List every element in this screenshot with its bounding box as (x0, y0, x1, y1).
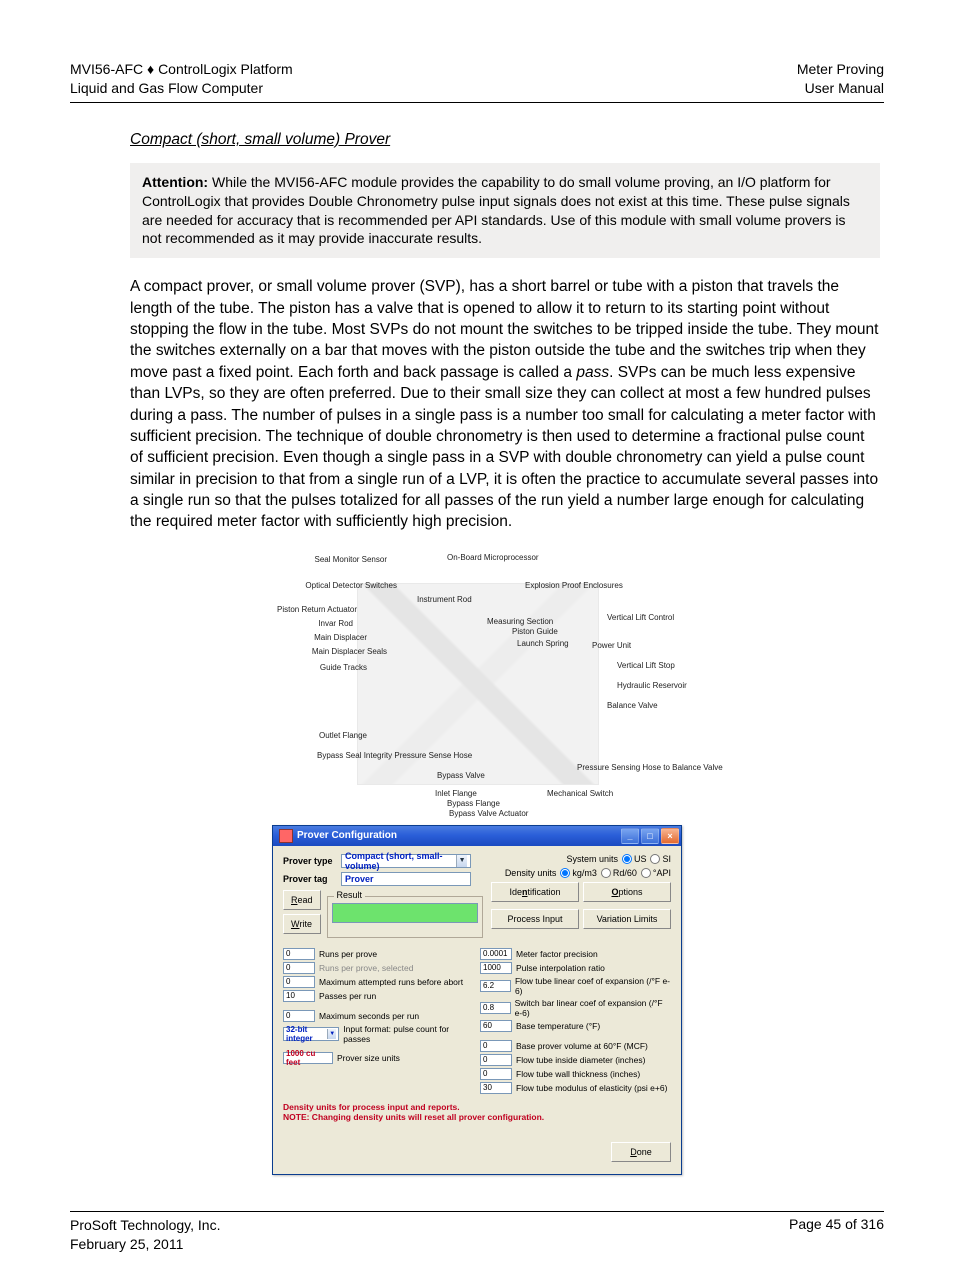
prover-type-label: Prover type (283, 856, 341, 866)
diagram-label: Measuring Section (487, 617, 553, 626)
body-paragraph: A compact prover, or small volume prover… (130, 276, 880, 533)
diagram-label: On-Board Microprocessor (447, 553, 539, 562)
diagram-label: Hydraulic Reservoir (617, 681, 687, 690)
diagram-label: Bypass Valve Actuator (449, 809, 528, 818)
density-kgm3[interactable]: kg/m3 (560, 868, 597, 878)
diagram-label: Invar Rod (277, 619, 353, 628)
process-input-tab[interactable]: Process Input (491, 909, 579, 929)
diagram-label: Piston Return Actuator (277, 605, 353, 614)
prover-diagram: Seal Monitor Sensor On-Board Microproces… (277, 553, 677, 813)
page-footer: ProSoft Technology, Inc. February 25, 20… (70, 1211, 884, 1254)
base-temperature-input[interactable]: 60 (480, 1020, 512, 1032)
footer-date: February 25, 2011 (70, 1236, 183, 1252)
system-units-label: System units (566, 854, 618, 864)
hdr-doc-type: User Manual (805, 80, 884, 96)
pulse-count-format-combo[interactable]: 32-bit integer▼ (283, 1027, 339, 1041)
section-title: Compact (short, small volume) Prover (130, 131, 884, 149)
attention-text: While the MVI56-AFC module provides the … (142, 174, 850, 247)
diagram-label: Instrument Rod (417, 595, 472, 604)
diagram-label: Outlet Flange (277, 731, 367, 740)
diagram-label: Power Unit (592, 641, 631, 650)
hdr-product: MVI56-AFC (70, 61, 143, 77)
prover-configuration-dialog: Prover Configuration _ □ × Prover type C… (272, 825, 682, 1175)
diagram-label: Inlet Flange (435, 789, 477, 798)
switch-bar-linear-coef-input[interactable]: 0.8 (480, 1002, 511, 1014)
diagram-label: Optical Detector Switches (277, 581, 397, 590)
passes-per-run-input[interactable]: 10 (283, 990, 315, 1002)
page-header: MVI56-AFC ♦ ControlLogix Platform Liquid… (70, 60, 884, 103)
runs-per-prove-input[interactable]: 0 (283, 948, 315, 960)
result-legend: Result (334, 890, 366, 900)
footer-page: Page 45 of 316 (789, 1216, 884, 1254)
diagram-label: Main Displacer (277, 633, 367, 642)
close-button[interactable]: × (661, 828, 679, 844)
attention-label: Attention: (142, 174, 208, 190)
diagram-label: Main Displacer Seals (277, 647, 387, 656)
done-button[interactable]: Done (611, 1142, 671, 1162)
runs-per-prove-selected-input[interactable]: 0 (283, 962, 315, 974)
prover-tag-input[interactable]: Prover (341, 872, 471, 886)
system-units-us[interactable]: US (622, 854, 647, 864)
diagram-label: Vertical Lift Stop (617, 661, 675, 670)
max-seconds-per-run-input[interactable]: 0 (283, 1010, 315, 1022)
density-api[interactable]: °API (641, 868, 671, 878)
density-rd60[interactable]: Rd/60 (601, 868, 637, 878)
prover-size-units: 1000 cu feet (283, 1052, 333, 1064)
result-box (332, 903, 478, 923)
diagram-label: Piston Guide (512, 627, 558, 636)
system-units-si[interactable]: SI (650, 854, 671, 864)
dialog-titlebar: Prover Configuration _ □ × (273, 826, 681, 846)
density-units-label: Density units (505, 868, 557, 878)
flow-tube-modulus-input[interactable]: 30 (480, 1082, 512, 1094)
body-italic-pass: pass (576, 364, 609, 381)
dialog-title: Prover Configuration (297, 830, 397, 841)
prover-tag-label: Prover tag (283, 874, 341, 884)
diagram-label: Bypass Flange (447, 799, 500, 808)
write-button[interactable]: Write (283, 914, 321, 934)
density-note: Density units for process input and repo… (283, 1102, 671, 1122)
diagram-label: Bypass Valve (437, 771, 485, 780)
app-icon (279, 829, 293, 843)
base-prover-volume-input[interactable]: 0 (480, 1040, 512, 1052)
footer-company: ProSoft Technology, Inc. (70, 1217, 220, 1233)
identification-tab[interactable]: Identification (491, 882, 579, 902)
options-tab[interactable]: Options (583, 882, 671, 902)
prover-type-combo[interactable]: Compact (short, small-volume)▼ (341, 854, 471, 868)
flow-tube-wall-thickness-input[interactable]: 0 (480, 1068, 512, 1080)
attention-box: Attention: While the MVI56-AFC module pr… (130, 163, 880, 259)
diagram-label: Bypass Seal Integrity Pressure Sense Hos… (317, 751, 427, 760)
diagram-label: Guide Tracks (277, 663, 367, 672)
params-right: 0.0001Meter factor precision 1000Pulse i… (480, 948, 671, 1096)
body-part-1b: . SVPs can be much less expensive than L… (130, 364, 878, 531)
read-button[interactable]: Read (283, 890, 321, 910)
hdr-section: Meter Proving (797, 61, 884, 77)
hdr-subtitle: Liquid and Gas Flow Computer (70, 80, 263, 96)
diagram-label: Balance Valve (607, 701, 658, 710)
meter-factor-precision-input[interactable]: 0.0001 (480, 948, 512, 960)
max-runs-before-abort-input[interactable]: 0 (283, 976, 315, 988)
pulse-interpolation-ratio-input[interactable]: 1000 (480, 962, 512, 974)
diagram-label: Mechanical Switch (547, 789, 613, 798)
variation-limits-tab[interactable]: Variation Limits (583, 909, 671, 929)
diagram-label: Launch Spring (517, 639, 569, 648)
diagram-label: Pressure Sensing Hose to Balance Valve (577, 763, 667, 772)
diagram-label: Seal Monitor Sensor (277, 555, 387, 564)
params-left: 0Runs per prove 0Runs per prove, selecte… (283, 948, 474, 1096)
diagram-label: Explosion Proof Enclosures (525, 581, 623, 590)
maximize-button[interactable]: □ (641, 828, 659, 844)
diagram-label: Vertical Lift Control (607, 613, 674, 622)
flow-tube-inside-diameter-input[interactable]: 0 (480, 1054, 512, 1066)
flow-tube-linear-coef-input[interactable]: 6.2 (480, 980, 511, 992)
minimize-button[interactable]: _ (621, 828, 639, 844)
hdr-platform: ControlLogix Platform (158, 61, 293, 77)
